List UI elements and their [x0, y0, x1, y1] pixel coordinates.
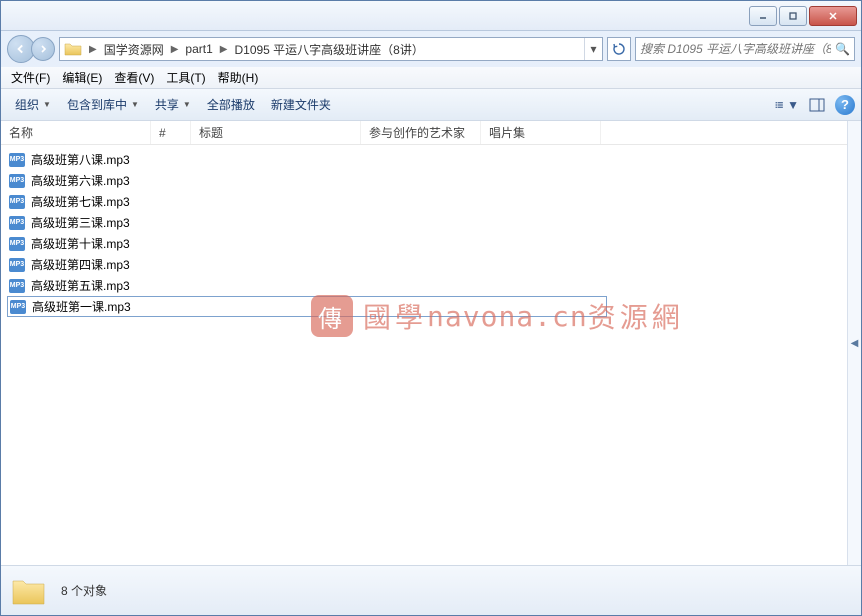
- file-row[interactable]: MP3 高级班第五课.mp3: [1, 275, 847, 296]
- toolbar: 组织▼ 包含到库中▼ 共享▼ 全部播放 新建文件夹 ▼ ?: [1, 89, 861, 121]
- file-name: 高级班第七课.mp3: [31, 193, 130, 210]
- chevron-down-icon: ▼: [43, 100, 51, 109]
- forward-button[interactable]: [31, 37, 55, 61]
- breadcrumb-item[interactable]: D1095 平运八字高级班讲座（8讲）: [230, 41, 427, 58]
- address-dropdown[interactable]: ▾: [584, 38, 602, 60]
- menu-view[interactable]: 查看(V): [108, 67, 160, 88]
- folder-icon: [64, 41, 82, 57]
- refresh-button[interactable]: [607, 37, 631, 61]
- search-box[interactable]: 🔍: [635, 37, 855, 61]
- file-name: 高级班第十课.mp3: [31, 235, 130, 252]
- file-name: 高级班第六课.mp3: [31, 172, 130, 189]
- mp3-icon: MP3: [9, 216, 25, 230]
- organize-button[interactable]: 组织▼: [7, 93, 59, 116]
- explorer-window: ▶ 国学资源网 ▶ part1 ▶ D1095 平运八字高级班讲座（8讲） ▾ …: [0, 0, 862, 616]
- address-row: ▶ 国学资源网 ▶ part1 ▶ D1095 平运八字高级班讲座（8讲） ▾ …: [1, 31, 861, 67]
- share-button[interactable]: 共享▼: [147, 93, 199, 116]
- col-artist[interactable]: 参与创作的艺术家: [361, 121, 481, 144]
- newfolder-button[interactable]: 新建文件夹: [263, 93, 339, 116]
- titlebar: [1, 1, 861, 31]
- col-num[interactable]: #: [151, 121, 191, 144]
- mp3-icon: MP3: [9, 195, 25, 209]
- preview-handle[interactable]: ◀: [847, 121, 861, 565]
- content-area: 名称 # 标题 参与创作的艺术家 唱片集 傳 國學 navona.cn 资源網 …: [1, 121, 861, 565]
- close-button[interactable]: [809, 6, 857, 26]
- view-options-button[interactable]: ▼: [775, 94, 799, 116]
- menu-bar: 文件(F) 编辑(E) 查看(V) 工具(T) 帮助(H): [1, 67, 861, 89]
- col-name[interactable]: 名称: [1, 121, 151, 144]
- status-text: 8 个对象: [61, 582, 107, 599]
- file-row[interactable]: MP3 高级班第四课.mp3: [1, 254, 847, 275]
- file-pane: 名称 # 标题 参与创作的艺术家 唱片集 傳 國學 navona.cn 资源網 …: [1, 121, 847, 565]
- file-row[interactable]: MP3 高级班第三课.mp3: [1, 212, 847, 233]
- breadcrumb-item[interactable]: part1: [181, 42, 216, 56]
- minimize-button[interactable]: [749, 6, 777, 26]
- chevron-down-icon: ▼: [131, 100, 139, 109]
- folder-icon: [11, 575, 47, 607]
- mp3-icon: MP3: [9, 153, 25, 167]
- breadcrumb-item[interactable]: 国学资源网: [100, 41, 168, 58]
- preview-pane-button[interactable]: [805, 94, 829, 116]
- address-bar[interactable]: ▶ 国学资源网 ▶ part1 ▶ D1095 平运八字高级班讲座（8讲） ▾: [59, 37, 603, 61]
- include-button[interactable]: 包含到库中▼: [59, 93, 147, 116]
- status-bar: 8 个对象: [1, 565, 861, 615]
- menu-file[interactable]: 文件(F): [5, 67, 56, 88]
- file-name: 高级班第一课.mp3: [32, 298, 131, 315]
- file-name: 高级班第八课.mp3: [31, 151, 130, 168]
- mp3-icon: MP3: [10, 300, 26, 314]
- playall-button[interactable]: 全部播放: [199, 93, 263, 116]
- file-list[interactable]: 傳 國學 navona.cn 资源網 MP3高级班第八课.mp3MP3高级班第六…: [1, 145, 847, 565]
- col-album[interactable]: 唱片集: [481, 121, 601, 144]
- file-name: 高级班第四课.mp3: [31, 256, 130, 273]
- help-button[interactable]: ?: [835, 95, 855, 115]
- chevron-down-icon: ▼: [183, 100, 191, 109]
- file-row[interactable]: MP3 高级班第十课.mp3: [1, 233, 847, 254]
- menu-help[interactable]: 帮助(H): [212, 67, 265, 88]
- mp3-icon: MP3: [9, 174, 25, 188]
- mp3-icon: MP3: [9, 237, 25, 251]
- file-name: 高级班第三课.mp3: [31, 214, 130, 231]
- mp3-icon: MP3: [9, 258, 25, 272]
- file-row[interactable]: MP3 高级班第六课.mp3: [1, 170, 847, 191]
- file-row[interactable]: MP3 高级班第七课.mp3: [1, 191, 847, 212]
- menu-tools[interactable]: 工具(T): [160, 67, 211, 88]
- file-name: 高级班第五课.mp3: [31, 277, 130, 294]
- chevron-right-icon: ▶: [86, 44, 100, 55]
- mp3-icon: MP3: [9, 279, 25, 293]
- chevron-right-icon: ▶: [168, 44, 182, 55]
- search-input[interactable]: [640, 42, 831, 56]
- menu-edit[interactable]: 编辑(E): [56, 67, 108, 88]
- file-row[interactable]: MP3 高级班第八课.mp3: [1, 149, 847, 170]
- column-headers: 名称 # 标题 参与创作的艺术家 唱片集: [1, 121, 847, 145]
- col-title[interactable]: 标题: [191, 121, 361, 144]
- file-row[interactable]: MP3 高级班第一课.mp3: [7, 296, 607, 317]
- search-icon: 🔍: [835, 42, 850, 56]
- maximize-button[interactable]: [779, 6, 807, 26]
- chevron-right-icon: ▶: [217, 44, 231, 55]
